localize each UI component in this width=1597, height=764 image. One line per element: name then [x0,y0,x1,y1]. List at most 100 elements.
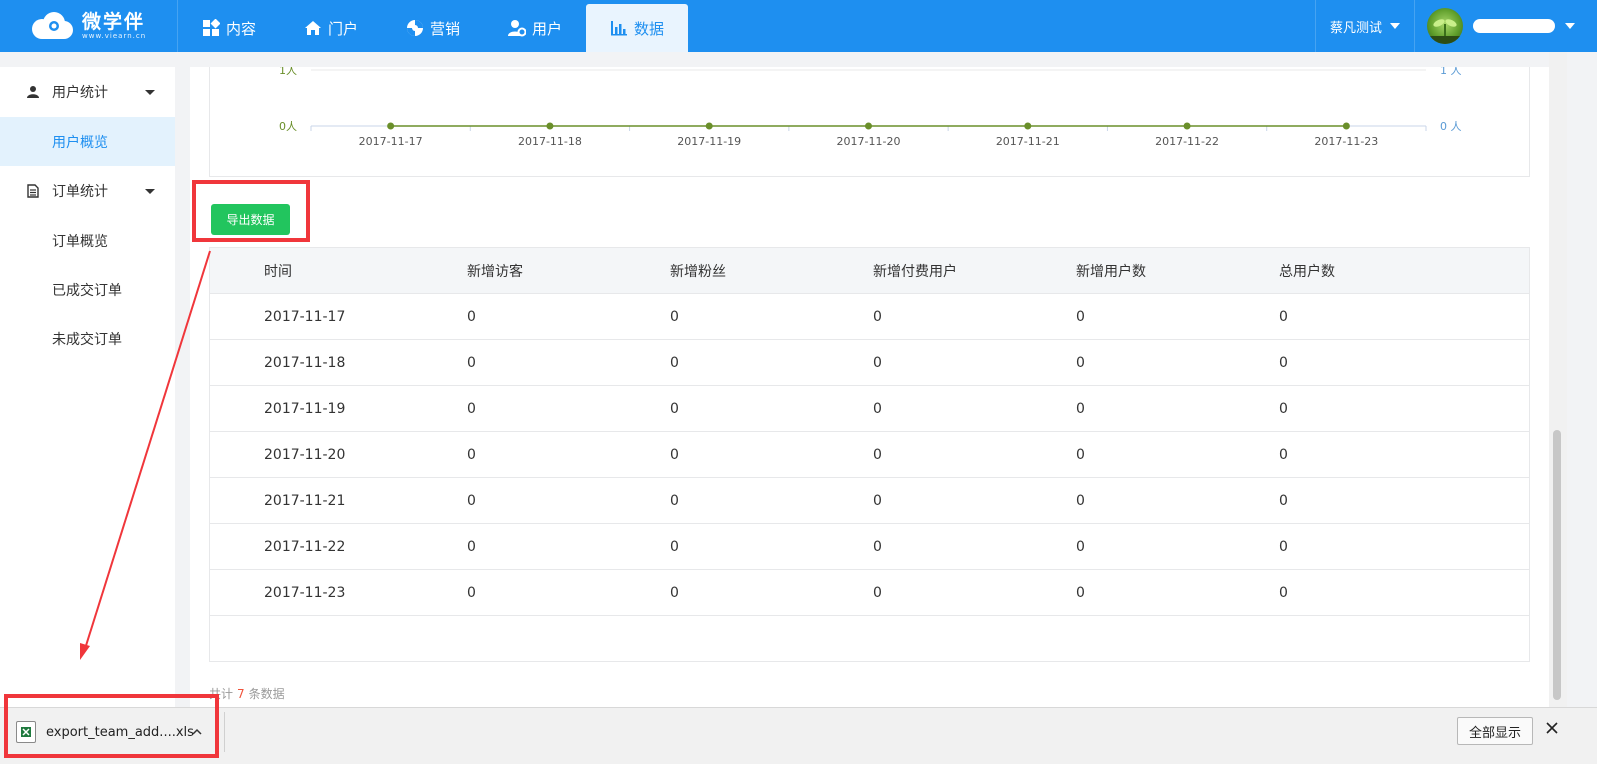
show-all-downloads-button[interactable]: 全部显示 [1457,717,1533,745]
table-cell: 0 [467,492,476,509]
x-axis-label: 2017-11-21 [996,135,1060,148]
table-cell: 0 [873,584,882,601]
x-axis-label: 2017-11-20 [837,135,901,148]
marketing-icon [406,20,423,36]
grid-icon [202,19,220,36]
chevron-down-icon [1565,23,1575,29]
table-row: 2017-11-18 0 0 0 0 0 [210,340,1529,386]
sidebar-item-completed-orders[interactable]: 已成交订单 [0,265,175,314]
data-point [1342,122,1350,130]
top-navigation-bar: 微学伴 www.viearn.cn 内容 门户 营销 用户 数据 蔡凡测试 [0,0,1597,52]
table-cell: 0 [670,308,679,325]
table-cell: 0 [873,308,882,325]
y-axis-left-label: 0人 [279,120,297,133]
shop-switcher[interactable]: 蔡凡测试 [1314,0,1415,52]
sidebar-group-label: 用户统计 [52,85,108,101]
nav-tab-content[interactable]: 内容 [178,4,280,52]
sidebar-group-user-stats[interactable]: 用户统计 [0,67,175,117]
table-row: 2017-11-19 0 0 0 0 0 [210,386,1529,432]
table-cell: 0 [467,538,476,555]
total-suffix: 条数据 [248,687,285,701]
y-axis-left-label: 1人 [279,67,297,77]
nav-tab-label: 营销 [429,19,460,38]
table-cell: 2017-11-23 [264,584,346,601]
document-icon [27,184,39,198]
main-content: 0人 0 人 1人 1 人 2017-11-17 2017-11-18 2017-11-19… [190,67,1550,707]
table-cell: 0 [1076,354,1085,371]
nav-tab-user[interactable]: 用户 [484,4,586,52]
table-cell: 0 [1279,354,1288,371]
sprout-icon [1427,19,1463,44]
excel-file-icon [16,721,36,743]
nav-tab-portal[interactable]: 门户 [280,4,382,52]
table-cell: 0 [873,538,882,555]
data-point [1024,122,1032,130]
column-header: 新增粉丝 [670,263,726,280]
user-gear-icon [507,20,526,37]
table-cell: 0 [670,492,679,509]
table-row: 2017-11-22 0 0 0 0 0 [210,524,1529,570]
table-cell: 0 [670,584,679,601]
table-cell: 0 [1279,492,1288,509]
x-axis-label: 2017-11-22 [1155,135,1219,148]
table-cell: 2017-11-21 [264,492,346,509]
download-file-name: export_team_add....xls [46,724,194,740]
home-icon [304,21,321,35]
export-data-button[interactable]: 导出数据 [211,204,290,235]
table-cell: 0 [467,354,476,371]
table-row: 2017-11-17 0 0 0 0 0 [210,294,1529,340]
bar-chart-icon [610,21,627,36]
table-cell: 0 [1076,400,1085,417]
table-cell: 0 [1279,584,1288,601]
table-cell: 0 [1076,446,1085,463]
main-nav: 内容 门户 营销 用户 数据 [178,0,688,52]
chevron-up-icon[interactable] [192,727,202,737]
sidebar-item-order-overview[interactable]: 订单概览 [0,216,175,265]
x-axis-label: 2017-11-23 [1314,135,1378,148]
table-cell: 0 [1076,538,1085,555]
table-cell: 0 [1279,400,1288,417]
table-cell: 0 [670,538,679,555]
table-cell: 0 [467,446,476,463]
table-cell: 0 [1076,584,1085,601]
sidebar-item-pending-orders[interactable]: 未成交订单 [0,314,175,363]
chevron-down-icon [145,89,155,95]
shop-name: 蔡凡测试 [1329,20,1382,36]
data-point [546,122,554,130]
scrollbar-thumb[interactable] [1553,430,1561,700]
vertical-scrollbar[interactable] [1549,52,1567,707]
table-row: 2017-11-23 0 0 0 0 0 [210,570,1529,616]
table-cell: 2017-11-20 [264,446,346,463]
nav-tab-data[interactable]: 数据 [586,4,688,52]
data-point [1183,122,1191,130]
column-header: 新增付费用户 [873,263,957,280]
table-cell: 0 [873,446,882,463]
y-axis-right-label: 0 人 [1440,120,1462,133]
nav-tab-marketing[interactable]: 营销 [382,4,484,52]
sidebar-group-order-stats[interactable]: 订单统计 [0,166,175,216]
table-cell: 2017-11-18 [264,354,346,371]
total-count-text: 共计 7 条数据 [209,685,285,702]
table-cell: 2017-11-17 [264,308,346,325]
table-row: 2017-11-21 0 0 0 0 0 [210,478,1529,524]
export-highlight-box: 导出数据 [192,180,310,242]
user-menu[interactable] [1415,0,1597,52]
table-cell: 0 [467,308,476,325]
sidebar-item-user-overview[interactable]: 用户概览 [0,117,175,166]
sidebar-item-label: 已成交订单 [52,282,122,299]
x-axis-label: 2017-11-17 [359,135,423,148]
table-cell: 2017-11-22 [264,538,346,555]
table-cell: 0 [467,400,476,417]
line-chart: 0人 0 人 1人 1 人 2017-11-17 2017-11-18 2017-11-19… [279,67,1462,148]
sidebar: 用户统计 用户概览 订单统计 订单概览 已成交订单 未成交订单 [0,67,175,707]
download-item[interactable]: export_team_add....xls [16,716,221,748]
brand-logo[interactable]: 微学伴 www.viearn.cn [0,0,178,52]
data-point [387,122,395,130]
cloud-logo-icon [32,12,73,39]
person-icon [27,86,39,98]
close-icon[interactable] [1545,721,1559,735]
table-cell: 0 [873,400,882,417]
sidebar-item-label: 订单概览 [52,233,108,250]
table-row: 2017-11-20 0 0 0 0 0 [210,432,1529,478]
table-cell: 0 [670,400,679,417]
